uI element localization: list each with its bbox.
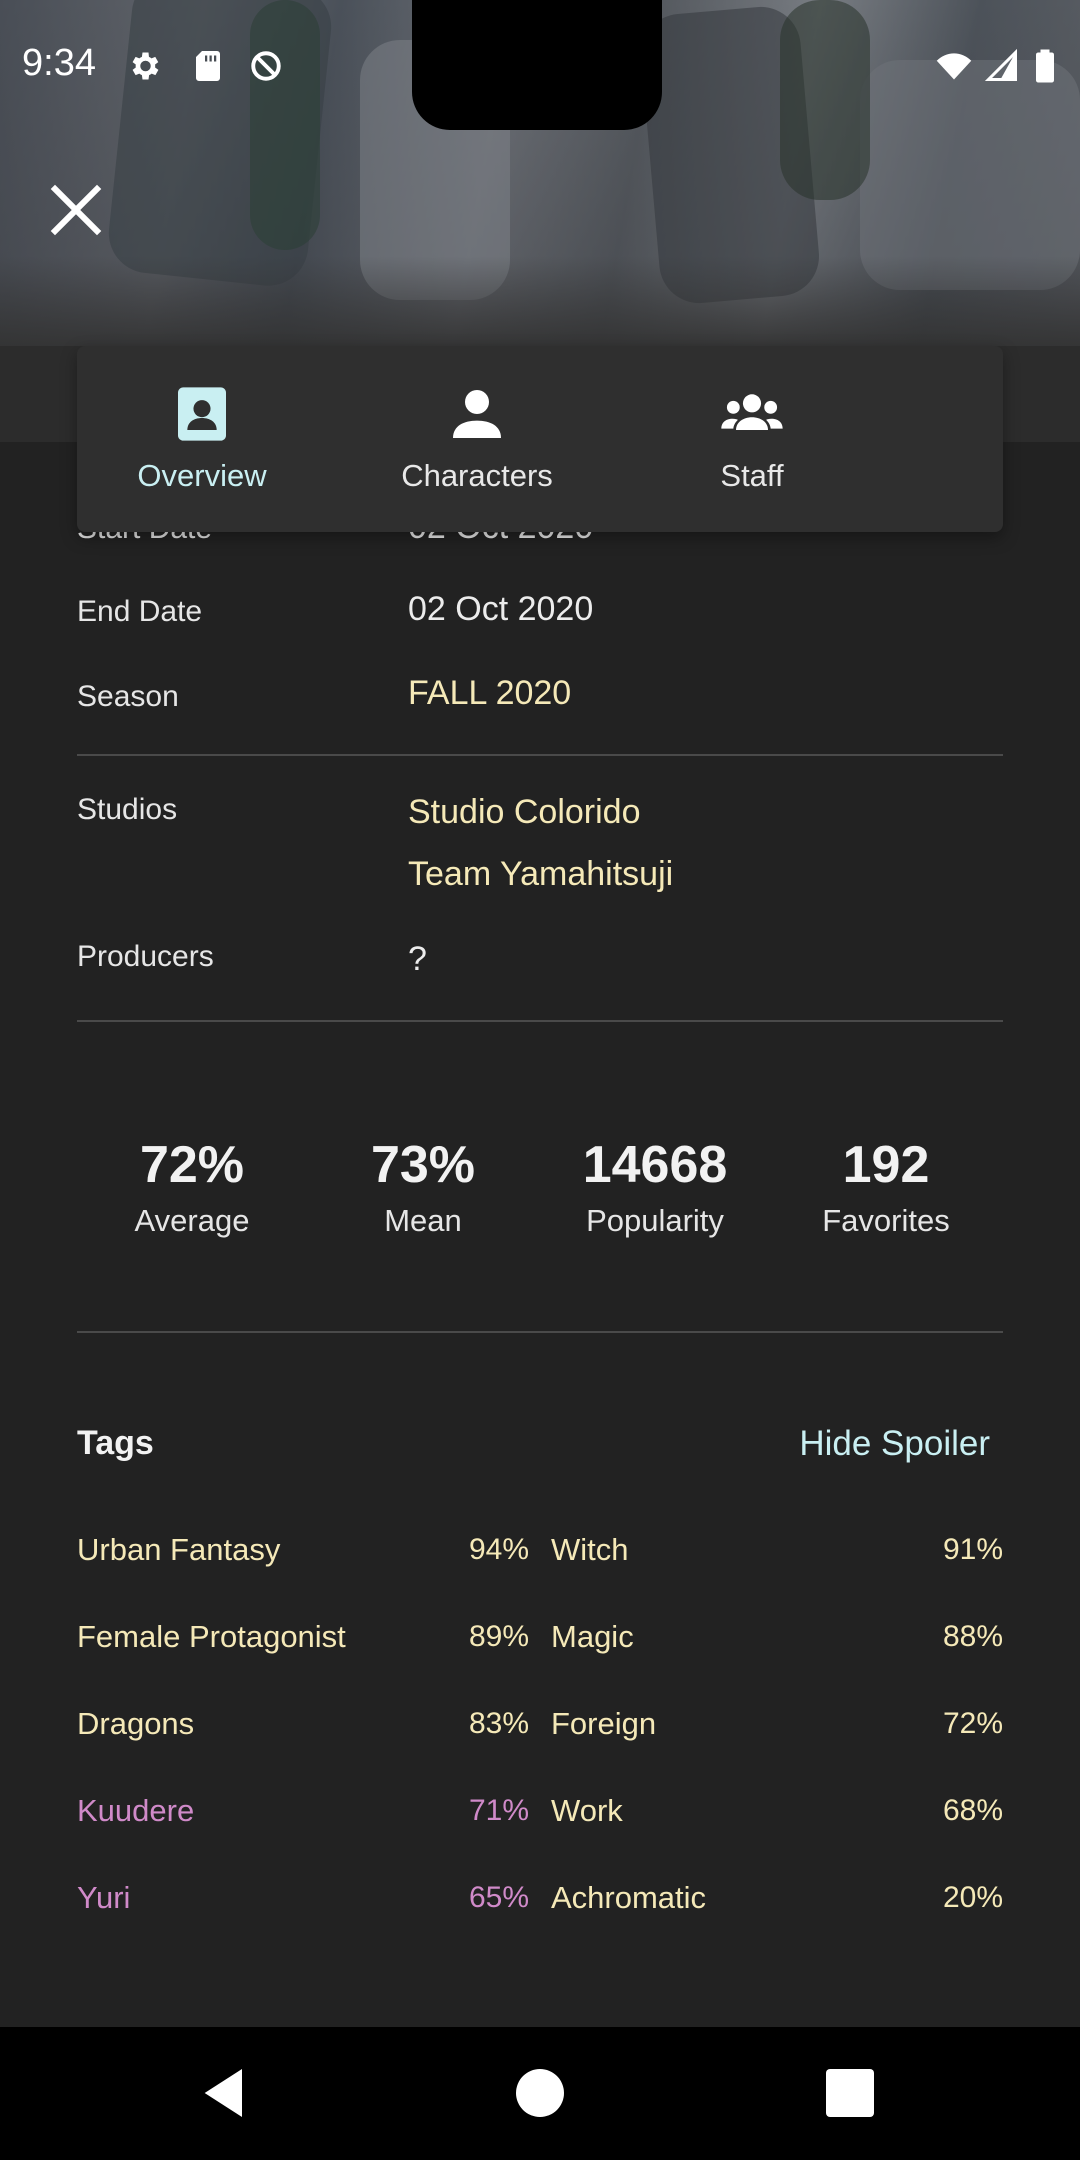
tag-percent: 88% — [942, 1620, 1003, 1653]
tag-item-spoiler[interactable]: Yuri — [77, 1880, 130, 1916]
tag-item[interactable]: Foreign — [551, 1706, 656, 1742]
stat-popularity: 14668 Popularity — [540, 1135, 770, 1239]
stat-label: Average — [134, 1203, 250, 1238]
status-time: 9:34 — [22, 42, 96, 84]
tab-staff-label: Staff — [720, 458, 784, 493]
tag-percent: 83% — [468, 1707, 529, 1740]
end-date-label: End Date — [77, 595, 203, 628]
close-icon[interactable] — [48, 182, 104, 238]
stat-label: Favorites — [822, 1203, 950, 1238]
person-icon — [453, 390, 501, 438]
recents-icon[interactable] — [818, 2061, 882, 2125]
tag-percent: 65% — [468, 1881, 529, 1914]
hide-spoiler-button[interactable]: Hide Spoiler — [799, 1424, 990, 1464]
tag-percent: 72% — [942, 1707, 1003, 1740]
producers-label: Producers — [77, 940, 214, 973]
tag-item[interactable]: Work — [551, 1793, 623, 1829]
producers-value: ? — [408, 940, 427, 978]
tag-item[interactable]: Dragons — [77, 1706, 194, 1742]
tag-percent: 91% — [942, 1533, 1003, 1566]
tag-percent: 20% — [942, 1881, 1003, 1914]
tags-heading: Tags — [77, 1424, 154, 1462]
stat-value: 72% — [139, 1136, 245, 1194]
back-icon[interactable] — [194, 2061, 258, 2125]
status-bar: 9:34 — [0, 0, 1080, 130]
stat-label: Popularity — [586, 1203, 724, 1238]
wifi-icon — [936, 53, 972, 80]
data-saver-icon — [251, 51, 281, 81]
tag-item-spoiler[interactable]: Kuudere — [77, 1793, 194, 1829]
system-nav-bar — [0, 2027, 1080, 2160]
tag-item[interactable]: Achromatic — [551, 1880, 706, 1916]
tag-percent: 68% — [942, 1794, 1003, 1827]
stat-favorites: 192 Favorites — [771, 1135, 1001, 1239]
tag-percent: 71% — [468, 1794, 529, 1827]
battery-icon — [1036, 49, 1054, 83]
stat-average: 72% Average — [77, 1135, 307, 1239]
tab-bar: Overview Characters Staff — [77, 346, 1003, 532]
stat-label: Mean — [384, 1203, 462, 1238]
tag-percent: 89% — [468, 1620, 529, 1653]
settings-icon — [132, 52, 159, 80]
tag-item[interactable]: Magic — [551, 1619, 634, 1655]
tag-percent: 94% — [468, 1533, 529, 1566]
contact-card-icon — [178, 387, 226, 441]
signal-icon — [984, 48, 1017, 81]
studio-link[interactable]: Studio Colorido — [408, 793, 640, 832]
divider — [77, 754, 1003, 756]
camera-notch — [412, 0, 662, 130]
sd-card-icon — [196, 51, 220, 81]
season-label: Season — [77, 680, 179, 713]
tag-item[interactable]: Urban Fantasy — [77, 1532, 280, 1568]
tag-item[interactable]: Female Protagonist — [77, 1619, 346, 1655]
tab-staff[interactable]: Staff — [627, 346, 877, 532]
tab-characters-label: Characters — [401, 458, 553, 493]
season-link[interactable]: FALL 2020 — [408, 674, 571, 713]
stat-value: 192 — [842, 1136, 930, 1194]
tag-item[interactable]: Witch — [551, 1532, 629, 1568]
stat-mean: 73% Mean — [308, 1135, 538, 1239]
group-icon — [721, 394, 783, 430]
divider — [77, 1331, 1003, 1333]
divider — [77, 1020, 1003, 1022]
stat-value: 14668 — [582, 1136, 728, 1194]
home-icon[interactable] — [508, 2061, 572, 2125]
tab-characters[interactable]: Characters — [352, 346, 602, 532]
studio-link[interactable]: Team Yamahitsuji — [408, 855, 673, 894]
tab-overview-label: Overview — [137, 458, 267, 493]
tab-overview[interactable]: Overview — [77, 346, 327, 532]
end-date-value: 02 Oct 2020 — [408, 590, 594, 628]
studios-label: Studios — [77, 793, 178, 826]
stat-value: 73% — [370, 1136, 476, 1194]
